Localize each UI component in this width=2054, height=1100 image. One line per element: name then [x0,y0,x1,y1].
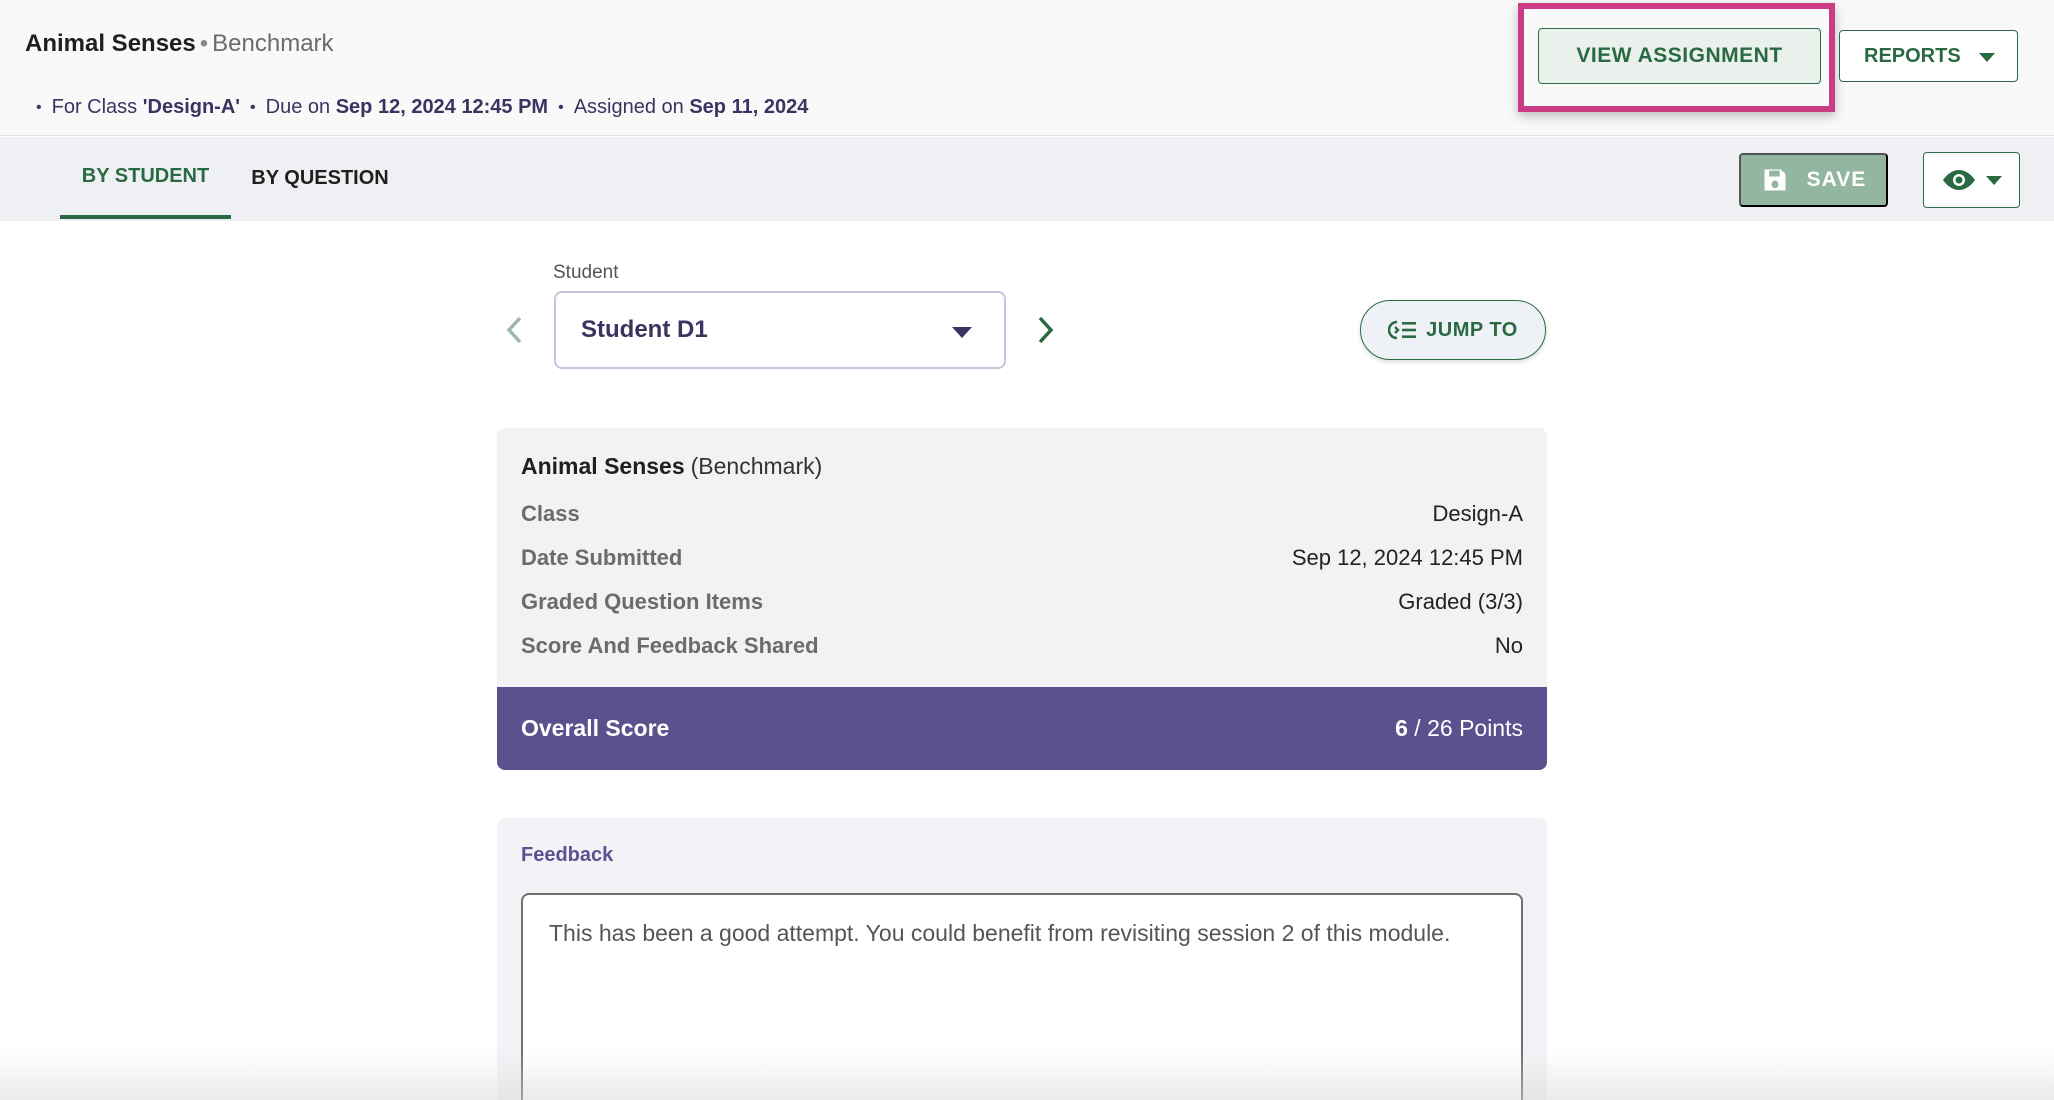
jump-to-label: JUMP TO [1426,318,1518,341]
student-select[interactable]: Student D1 [554,291,1006,369]
bullet-icon: • [250,98,256,116]
bullet-icon: • [36,98,42,116]
floppy-disk-icon [1764,169,1786,191]
jump-list-icon [1388,320,1417,340]
tab-by-student[interactable]: BY STUDENT [60,137,231,219]
overall-score-value: 6 / 26 Points [1395,715,1523,742]
student-select-value: Student D1 [581,316,708,343]
summary-key: Score And Feedback Shared [521,633,819,658]
summary-assignment-name: Animal Senses [521,453,685,479]
caret-down-icon [952,327,972,338]
summary-row-graded-items: Graded Question Items Graded (3/3) [521,589,1523,615]
summary-value: Sep 12, 2024 12:45 PM [1291,545,1523,570]
save-button[interactable]: SAVE [1739,153,1888,207]
grading-tabbar: BY STUDENT BY QUESTION SAVE [0,137,2054,221]
summary-title: Animal Senses (Benchmark) [521,453,822,480]
summary-key: Class [521,501,580,526]
score-total: / 26 Points [1407,715,1523,741]
assignment-title: Animal Senses [25,30,196,57]
reports-dropdown-button[interactable]: REPORTS [1839,30,2018,82]
class-name: 'Design-A' [142,96,241,118]
summary-row-feedback-shared: Score And Feedback Shared No [521,633,1523,659]
summary-value: Design-A [1432,501,1523,526]
feedback-textarea[interactable]: This has been a good attempt. You could … [521,893,1523,1100]
jump-to-button[interactable]: JUMP TO [1360,300,1546,360]
previous-student-icon[interactable] [500,313,530,347]
summary-row-date-submitted: Date Submitted Sep 12, 2024 12:45 PM [521,545,1523,571]
summary-row-class: Class Design-A [521,501,1523,527]
class-prefix: For Class [51,96,138,118]
summary-key: Date Submitted [521,545,683,570]
assigned-date: Sep 11, 2024 [689,96,809,118]
visibility-dropdown-button[interactable] [1923,152,2020,208]
assignment-meta: • For Class 'Design-A' • Due on Sep 12, … [36,96,808,119]
feedback-card: Feedback This has been a good attempt. Y… [497,818,1547,1100]
reports-label: REPORTS [1864,44,1961,67]
student-label: Student [553,262,619,283]
assignment-type: Benchmark [212,30,334,57]
bullet-icon: • [558,98,564,116]
due-date: Sep 12, 2024 12:45 PM [335,96,549,118]
summary-key: Graded Question Items [521,589,764,614]
eye-icon [1942,170,1975,190]
next-student-icon[interactable] [1030,313,1060,347]
overall-score-label: Overall Score [521,715,670,741]
title-separator: • [199,30,209,57]
score-earned: 6 [1395,715,1408,741]
overall-score-bar: Overall Score 6 / 26 Points [497,687,1547,770]
page-title: Animal Senses • Benchmark [25,30,334,58]
save-label: SAVE [1806,168,1867,191]
summary-value: Graded (3/3) [1398,589,1523,614]
summary-value: No [1494,633,1523,658]
feedback-label: Feedback [521,844,614,866]
view-assignment-button[interactable]: VIEW ASSIGNMENT [1538,28,1821,84]
due-prefix: Due on [265,96,331,118]
caret-down-icon [1979,53,1995,62]
tab-by-question[interactable]: BY QUESTION [244,137,396,219]
summary-assignment-type: (Benchmark) [690,453,823,479]
submission-summary-card: Animal Senses (Benchmark) Class Design-A … [497,428,1547,770]
caret-down-icon [1985,175,2002,185]
assigned-prefix: Assigned on [573,96,684,118]
